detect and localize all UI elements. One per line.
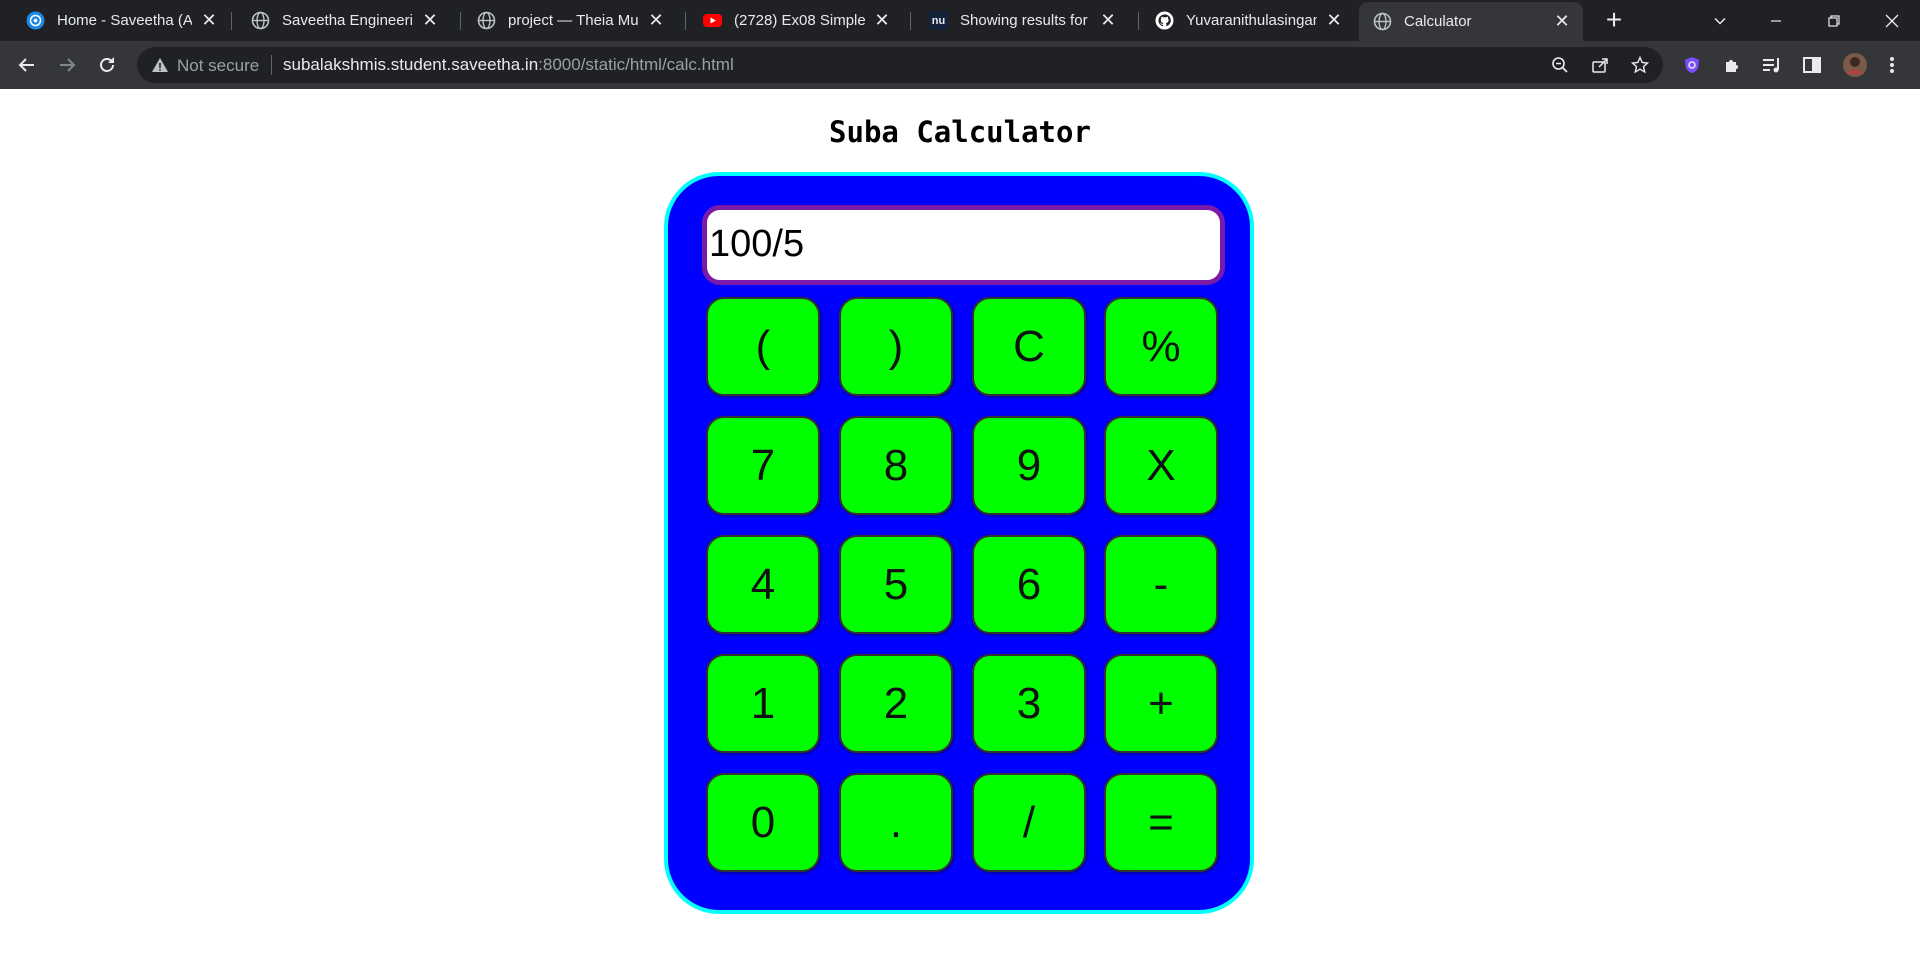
tab-showing-results[interactable]: nu Showing results for ht ✕ xyxy=(903,0,1129,41)
close-icon[interactable]: ✕ xyxy=(200,10,218,30)
tab-title: project — Theia Multi xyxy=(508,12,639,29)
key-percent[interactable]: % xyxy=(1104,297,1218,396)
browser-toolbar: Not secure subalakshmis.student.saveetha… xyxy=(0,41,1920,89)
tab-project-theia[interactable]: project — Theia Multi ✕ xyxy=(451,0,677,41)
window-close-icon[interactable] xyxy=(1864,0,1920,41)
key-subtract[interactable]: - xyxy=(1104,535,1218,634)
extensions-puzzle-icon[interactable] xyxy=(1721,54,1743,76)
new-tab-button[interactable]: + xyxy=(1598,4,1630,36)
globe-icon xyxy=(477,11,496,30)
tab-title: Home - Saveetha (Aut xyxy=(57,12,192,29)
key-equals[interactable]: = xyxy=(1104,773,1218,872)
browser-tab-strip: Home - Saveetha (Aut ✕ Saveetha Engineer… xyxy=(0,0,1920,41)
zoom-out-icon[interactable] xyxy=(1551,56,1569,74)
url-text[interactable]: subalakshmis.student.saveetha.in:8000/st… xyxy=(283,55,734,75)
reload-icon[interactable] xyxy=(91,49,123,81)
github-icon xyxy=(1155,11,1174,30)
page-viewport: Suba Calculator 100/5 ( ) C % 7 8 9 X 4 … xyxy=(0,89,1920,961)
close-icon[interactable]: ✕ xyxy=(1099,10,1117,30)
key-3[interactable]: 3 xyxy=(972,654,1086,753)
tab-title: Yuvaranithulasingam/ xyxy=(1186,12,1317,29)
key-4[interactable]: 4 xyxy=(706,535,820,634)
tab-saveetha-engineering[interactable]: Saveetha Engineering ✕ xyxy=(225,0,451,41)
globe-icon xyxy=(251,11,270,30)
key-close-paren[interactable]: ) xyxy=(839,297,953,396)
close-icon[interactable]: ✕ xyxy=(1553,11,1571,31)
back-arrow-icon[interactable] xyxy=(11,49,43,81)
side-panel-icon[interactable] xyxy=(1801,54,1823,76)
tab-github[interactable]: Yuvaranithulasingam/ ✕ xyxy=(1129,0,1355,41)
address-bar[interactable]: Not secure subalakshmis.student.saveetha… xyxy=(137,47,1663,83)
close-icon[interactable]: ✕ xyxy=(873,10,891,30)
key-1[interactable]: 1 xyxy=(706,654,820,753)
warning-icon[interactable] xyxy=(151,56,169,74)
tab-youtube-ex08[interactable]: (2728) Ex08 Simple Ca ✕ xyxy=(677,0,903,41)
tab-home-saveetha[interactable]: Home - Saveetha (Aut ✕ xyxy=(0,0,230,41)
key-8[interactable]: 8 xyxy=(839,416,953,515)
more-options-icon[interactable] xyxy=(1881,54,1903,76)
omnibox-divider xyxy=(271,55,272,75)
tab-title: Calculator xyxy=(1404,13,1472,30)
minimize-icon[interactable] xyxy=(1748,0,1804,41)
nu-icon: nu xyxy=(929,11,948,30)
youtube-icon xyxy=(703,11,722,30)
tab-title: Showing results for ht xyxy=(960,12,1091,29)
key-add[interactable]: + xyxy=(1104,654,1218,753)
page-title: Suba Calculator xyxy=(829,115,1091,149)
bookmark-star-icon[interactable] xyxy=(1630,55,1650,74)
key-9[interactable]: 9 xyxy=(972,416,1086,515)
key-0[interactable]: 0 xyxy=(706,773,820,872)
share-icon[interactable] xyxy=(1591,56,1609,74)
profile-avatar[interactable] xyxy=(1842,52,1868,78)
tab-calculator[interactable]: Calculator ✕ xyxy=(1359,2,1583,41)
key-7[interactable]: 7 xyxy=(706,416,820,515)
close-icon[interactable]: ✕ xyxy=(647,10,665,30)
saveetha-icon xyxy=(26,11,45,30)
key-6[interactable]: 6 xyxy=(972,535,1086,634)
tab-title: Saveetha Engineering xyxy=(282,12,413,29)
key-divide[interactable]: / xyxy=(972,773,1086,872)
calculator-display[interactable]: 100/5 xyxy=(702,205,1225,285)
key-open-paren[interactable]: ( xyxy=(706,297,820,396)
key-2[interactable]: 2 xyxy=(839,654,953,753)
close-icon[interactable]: ✕ xyxy=(1325,10,1343,30)
key-5[interactable]: 5 xyxy=(839,535,953,634)
url-host: subalakshmis.student.saveetha.in xyxy=(283,55,539,74)
forward-arrow-icon[interactable] xyxy=(51,49,83,81)
globe-icon xyxy=(1373,12,1392,31)
key-clear[interactable]: C xyxy=(972,297,1086,396)
media-queue-icon[interactable] xyxy=(1761,54,1783,76)
key-multiply[interactable]: X xyxy=(1104,416,1218,515)
restore-icon[interactable] xyxy=(1806,0,1862,41)
security-status-label[interactable]: Not secure xyxy=(177,56,259,76)
tab-title: (2728) Ex08 Simple Ca xyxy=(734,12,865,29)
url-path: :8000/static/html/calc.html xyxy=(538,55,734,74)
key-decimal[interactable]: . xyxy=(839,773,953,872)
extension-shield-icon[interactable] xyxy=(1681,54,1703,76)
close-icon[interactable]: ✕ xyxy=(421,10,439,30)
calculator-body: 100/5 ( ) C % 7 8 9 X 4 5 6 - 1 2 3 + 0 … xyxy=(664,172,1254,914)
tab-search-chevron-down-icon[interactable] xyxy=(1692,0,1748,41)
